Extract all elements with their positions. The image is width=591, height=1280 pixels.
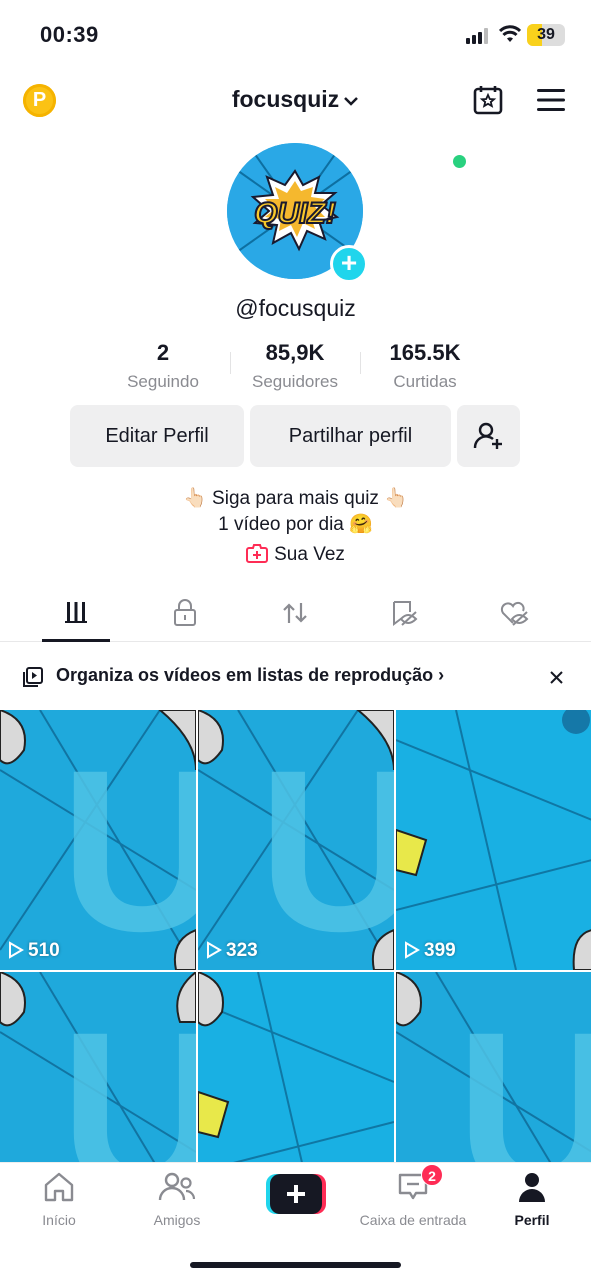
video-thumbnail[interactable]: UI — [0, 972, 196, 1162]
lock-icon — [174, 599, 196, 626]
friends-icon — [158, 1172, 196, 1201]
stat-likes[interactable]: 165.5K Curtidas — [370, 340, 480, 392]
thumbnail-art: UI — [0, 972, 196, 1162]
wifi-icon — [499, 25, 521, 42]
bio-line-1: 👆🏻 Siga para mais quiz 👆🏻 — [183, 488, 408, 509]
thumbnail-art — [396, 710, 591, 970]
nav-profile-label: Perfil — [514, 1212, 550, 1228]
status-bar: 00:39 39 — [0, 0, 591, 70]
tab-reposts[interactable] — [275, 599, 315, 629]
plus-icon — [266, 1174, 326, 1214]
video-thumbnail[interactable]: UI 510 — [0, 710, 196, 970]
playlist-icon — [23, 667, 43, 687]
svg-text:UI: UI — [456, 984, 591, 1162]
playlist-banner[interactable]: Organiza os vídeos em listas de reproduç… — [0, 651, 591, 703]
play-icon — [405, 941, 420, 959]
add-friends-button[interactable] — [457, 405, 520, 467]
edit-profile-button[interactable]: Editar Perfil — [70, 405, 244, 467]
nav-home-label: Início — [42, 1212, 76, 1228]
view-count: 399 — [404, 940, 456, 962]
heart-eye-icon — [500, 601, 529, 626]
active-tab-indicator — [42, 639, 110, 642]
stat-divider — [230, 352, 231, 374]
nav-friends[interactable]: Amigos — [118, 1171, 236, 1228]
stat-followers-value: 85,9K — [265, 340, 325, 365]
tab-liked[interactable] — [494, 599, 534, 629]
stat-following-value: 2 — [156, 340, 170, 365]
avatar-text: QUIZ! — [254, 197, 336, 230]
play-icon — [9, 941, 24, 959]
battery-level: 39 — [537, 26, 555, 43]
inbox-badge: 2 — [421, 1164, 443, 1186]
profile-stats: 2 Seguindo 85,9K Seguidores 165.5K Curti… — [0, 340, 591, 400]
close-icon[interactable] — [550, 671, 563, 684]
playlist-banner-text: Organiza os vídeos em listas de reproduç… — [56, 665, 445, 685]
nav-inbox[interactable]: Caixa de entrada — [354, 1171, 472, 1228]
svg-text:UI: UI — [258, 722, 394, 970]
stat-following[interactable]: 2 Seguindo — [113, 340, 213, 392]
battery-indicator: 39 — [527, 24, 565, 46]
add-story-button[interactable]: + — [330, 245, 368, 283]
profile-header: P focusquiz — [0, 70, 591, 130]
stat-following-label: Seguindo — [127, 372, 199, 391]
nav-friends-label: Amigos — [153, 1212, 201, 1228]
tab-private[interactable] — [165, 599, 205, 629]
tab-favorites[interactable] — [384, 599, 424, 629]
video-thumbnail[interactable]: UI 323 — [198, 710, 394, 970]
svg-text:UI: UI — [60, 984, 196, 1162]
view-count: 323 — [206, 940, 258, 962]
profile-icon — [519, 1173, 545, 1202]
video-thumbnail[interactable]: UI — [396, 972, 591, 1162]
menu-icon[interactable] — [537, 88, 565, 112]
video-grid: UI 510 UI 323 399 UI — [0, 710, 591, 1162]
add-box-icon — [246, 544, 269, 563]
nav-inbox-label: Caixa de entrada — [359, 1212, 467, 1228]
nav-home[interactable]: Início — [0, 1171, 118, 1228]
home-icon — [44, 1172, 74, 1202]
clock: 00:39 — [40, 22, 99, 47]
repost-icon — [283, 603, 307, 623]
view-count: 510 — [8, 940, 60, 962]
bio-line-2: 1 vídeo por dia 🤗 — [218, 514, 373, 535]
add-user-icon — [473, 422, 502, 449]
username-title: focusquiz — [231, 86, 340, 112]
profile-tabs — [0, 585, 591, 642]
chevron-down-icon — [344, 97, 359, 106]
online-status-dot — [453, 155, 466, 168]
share-profile-button[interactable]: Partilhar perfil — [250, 405, 451, 467]
profile-handle: @focusquiz — [235, 295, 356, 321]
thumbnail-art — [198, 972, 394, 1162]
video-thumbnail[interactable]: 399 — [396, 710, 591, 970]
bookmark-eye-icon — [393, 601, 418, 626]
nav-profile[interactable]: Perfil — [473, 1171, 591, 1228]
profile-link-label: Sua Vez — [274, 544, 345, 565]
home-indicator[interactable] — [190, 1262, 401, 1268]
play-icon — [207, 941, 222, 959]
tab-videos[interactable] — [56, 599, 96, 629]
stat-likes-value: 165.5K — [389, 340, 461, 365]
stat-followers-label: Seguidores — [251, 372, 338, 391]
stat-likes-label: Curtidas — [393, 372, 457, 391]
create-button[interactable] — [266, 1174, 326, 1214]
profile-link[interactable]: Sua Vez — [0, 543, 591, 566]
cellular-signal-icon — [466, 28, 492, 44]
thumbnail-art: UI — [396, 972, 591, 1162]
thumbnail-art: UI — [0, 710, 196, 970]
calendar-star-icon[interactable] — [472, 84, 504, 116]
stat-divider — [360, 352, 361, 374]
svg-text:UI: UI — [60, 722, 196, 970]
stat-followers[interactable]: 85,9K Seguidores — [240, 340, 350, 392]
grid-icon — [65, 602, 87, 623]
thumbnail-art: UI — [198, 710, 394, 970]
video-thumbnail[interactable] — [198, 972, 394, 1162]
profile-bio: 👆🏻 Siga para mais quiz 👆🏻 1 vídeo por di… — [0, 486, 591, 538]
